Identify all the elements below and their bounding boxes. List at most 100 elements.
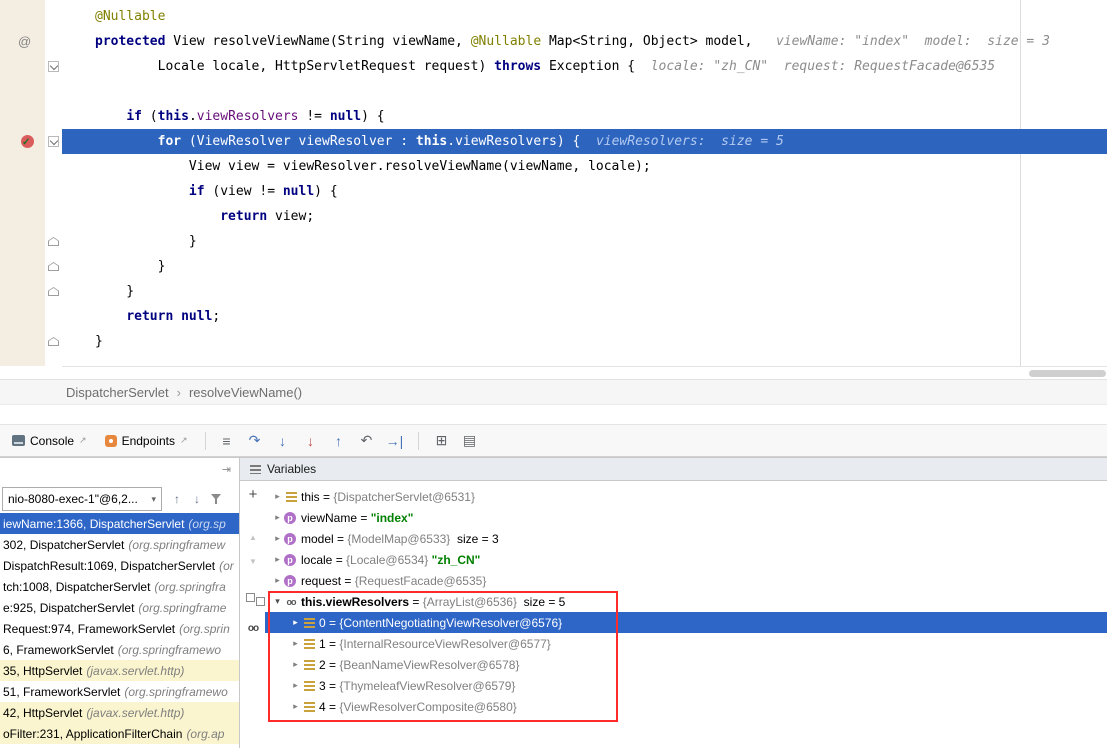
gutter-fold-cell[interactable] bbox=[45, 104, 62, 129]
gutter-fold-cell[interactable] bbox=[45, 304, 62, 329]
gutter-annotation-cell[interactable] bbox=[0, 279, 45, 304]
gutter-annotation-cell[interactable] bbox=[0, 154, 45, 179]
move-watch-up-icon[interactable]: ▲ bbox=[246, 533, 260, 542]
gutter-annotation-cell[interactable] bbox=[0, 304, 45, 329]
gutter-fold-cell[interactable] bbox=[45, 204, 62, 229]
code-line[interactable]: @Nullable bbox=[0, 4, 1107, 29]
variable-row[interactable]: ▸0 = {ContentNegotiatingViewResolver@657… bbox=[265, 612, 1107, 633]
frame-row[interactable]: iewName:1366, DispatcherServlet(org.sp bbox=[0, 513, 239, 534]
gutter-annotation-cell[interactable] bbox=[0, 204, 45, 229]
next-frame-icon[interactable]: ↓ bbox=[190, 492, 204, 506]
variable-row[interactable]: ▸plocale = {Locale@6534} "zh_CN" bbox=[265, 549, 1107, 570]
force-step-into-icon[interactable]: ↓ bbox=[301, 433, 321, 449]
gutter-annotation-cell[interactable] bbox=[0, 4, 45, 29]
code-line-text[interactable]: if (this.viewResolvers != null) { bbox=[62, 104, 1107, 129]
gutter-annotation-cell[interactable]: @ bbox=[0, 29, 45, 54]
gutter-fold-cell[interactable] bbox=[45, 229, 62, 254]
variable-row[interactable]: ▸3 = {ThymeleafViewResolver@6579} bbox=[265, 675, 1107, 696]
step-over-icon[interactable]: ↷ bbox=[245, 432, 265, 449]
duplicate-watch-icon[interactable] bbox=[246, 593, 255, 602]
variable-row[interactable]: ▸4 = {ViewResolverComposite@6580} bbox=[265, 696, 1107, 717]
previous-frame-icon[interactable]: ↑ bbox=[170, 492, 184, 506]
variable-row[interactable]: ▸pmodel = {ModelMap@6533} size = 3 bbox=[265, 528, 1107, 549]
filter-frames-icon[interactable] bbox=[210, 493, 223, 505]
code-line-text[interactable]: } bbox=[62, 254, 1107, 279]
restore-layout-icon[interactable]: ≡ bbox=[217, 433, 237, 449]
tree-chevron-icon[interactable]: ▸ bbox=[271, 491, 284, 502]
tree-chevron-icon[interactable]: ▸ bbox=[271, 512, 284, 523]
fold-end-icon[interactable] bbox=[48, 237, 59, 246]
add-watch-icon[interactable]: + bbox=[246, 489, 260, 501]
gutter-fold-cell[interactable] bbox=[45, 29, 62, 54]
code-line-text[interactable]: return null; bbox=[62, 304, 1107, 329]
tree-chevron-icon[interactable]: ▸ bbox=[289, 638, 302, 649]
editor-horizontal-scrollbar[interactable] bbox=[62, 366, 1107, 380]
code-line-text[interactable]: if (view != null) { bbox=[62, 179, 1107, 204]
variable-row[interactable]: ▾oothis.viewResolvers = {ArrayList@6536}… bbox=[265, 591, 1107, 612]
code-line-text[interactable]: protected View resolveViewName(String vi… bbox=[62, 29, 1107, 54]
code-line[interactable] bbox=[0, 79, 1107, 104]
frame-row[interactable]: oFilter:231, ApplicationFilterChain(org.… bbox=[0, 723, 239, 744]
breadcrumb-item-method[interactable]: resolveViewName() bbox=[189, 385, 302, 400]
tree-chevron-icon[interactable]: ▸ bbox=[271, 533, 284, 544]
fold-end-icon[interactable] bbox=[48, 287, 59, 296]
gutter-fold-cell[interactable] bbox=[45, 54, 62, 79]
code-line[interactable]: ✓ for (ViewResolver viewResolver : this.… bbox=[0, 129, 1107, 154]
variable-row[interactable]: ▸1 = {InternalResourceViewResolver@6577} bbox=[265, 633, 1107, 654]
tree-chevron-icon[interactable]: ▸ bbox=[289, 680, 302, 691]
fold-end-icon[interactable] bbox=[48, 262, 59, 271]
frame-row[interactable]: tch:1008, DispatcherServlet(org.springfr… bbox=[0, 576, 239, 597]
gutter-annotation-cell[interactable] bbox=[0, 179, 45, 204]
code-line-text[interactable]: Locale locale, HttpServletRequest reques… bbox=[62, 54, 1107, 79]
code-line[interactable]: Locale locale, HttpServletRequest reques… bbox=[0, 54, 1107, 79]
gutter-fold-cell[interactable] bbox=[45, 79, 62, 104]
thread-selector-dropdown[interactable]: nio-8080-exec-1"@6,2... ▾ bbox=[2, 487, 162, 511]
code-line-text[interactable]: } bbox=[62, 329, 1107, 354]
variable-row[interactable]: ▸pviewName = "index" bbox=[265, 507, 1107, 528]
drop-frame-icon[interactable]: ↶ bbox=[357, 432, 377, 449]
step-into-icon[interactable]: ↓ bbox=[273, 433, 293, 449]
variable-row[interactable]: ▸2 = {BeanNameViewResolver@6578} bbox=[265, 654, 1107, 675]
code-editor[interactable]: @Nullable@ protected View resolveViewName… bbox=[0, 0, 1107, 366]
gutter-fold-cell[interactable] bbox=[45, 329, 62, 354]
run-to-cursor-icon[interactable]: →| bbox=[385, 433, 405, 449]
gutter-fold-cell[interactable] bbox=[45, 279, 62, 304]
code-line-text[interactable] bbox=[62, 79, 1107, 104]
frame-row[interactable]: 51, FrameworkServlet(org.springframewo bbox=[0, 681, 239, 702]
code-line[interactable]: return null; bbox=[0, 304, 1107, 329]
gutter-fold-cell[interactable] bbox=[45, 129, 62, 154]
frame-row[interactable]: e:925, DispatcherServlet(org.springframe bbox=[0, 597, 239, 618]
gutter-annotation-cell[interactable] bbox=[0, 54, 45, 79]
code-line[interactable]: } bbox=[0, 329, 1107, 354]
tab-console[interactable]: Console ↗ bbox=[6, 425, 93, 456]
frame-row[interactable]: 302, DispatcherServlet(org.springframew bbox=[0, 534, 239, 555]
view-as-table-icon[interactable]: ⊞ bbox=[432, 432, 452, 449]
code-line[interactable]: } bbox=[0, 229, 1107, 254]
code-line[interactable]: @ protected View resolveViewName(String v… bbox=[0, 29, 1107, 54]
gutter-fold-cell[interactable] bbox=[45, 254, 62, 279]
frame-row[interactable]: 42, HttpServlet(javax.servlet.http) bbox=[0, 702, 239, 723]
gutter-annotation-cell[interactable] bbox=[0, 329, 45, 354]
tree-chevron-icon[interactable]: ▸ bbox=[289, 659, 302, 670]
tree-chevron-icon[interactable]: ▸ bbox=[289, 617, 302, 628]
breakpoint-icon[interactable]: ✓ bbox=[21, 135, 34, 148]
code-line[interactable]: if (view != null) { bbox=[0, 179, 1107, 204]
tab-jump-icon[interactable]: ↗ bbox=[79, 435, 87, 446]
tree-chevron-icon[interactable]: ▸ bbox=[271, 554, 284, 565]
tree-chevron-icon[interactable]: ▸ bbox=[271, 575, 284, 586]
breadcrumb-item-class[interactable]: DispatcherServlet bbox=[66, 385, 169, 400]
annotated-gutter-icon[interactable]: @ bbox=[18, 29, 31, 54]
frame-row[interactable]: DispatchResult:1069, DispatcherServlet(o… bbox=[0, 555, 239, 576]
variable-row[interactable]: ▸prequest = {RequestFacade@6535} bbox=[265, 570, 1107, 591]
gutter-fold-cell[interactable] bbox=[45, 154, 62, 179]
gutter-annotation-cell[interactable] bbox=[0, 104, 45, 129]
gutter-annotation-cell[interactable] bbox=[0, 79, 45, 104]
tree-chevron-icon[interactable]: ▸ bbox=[289, 701, 302, 712]
layout-settings-icon[interactable]: ▤ bbox=[460, 432, 480, 449]
fold-collapse-icon[interactable] bbox=[48, 136, 59, 147]
tree-chevron-icon[interactable]: ▾ bbox=[271, 596, 284, 607]
code-line-text[interactable]: for (ViewResolver viewResolver : this.vi… bbox=[62, 129, 1107, 154]
fold-collapse-icon[interactable] bbox=[48, 61, 59, 72]
code-line[interactable]: } bbox=[0, 254, 1107, 279]
step-out-icon[interactable]: ↑ bbox=[329, 433, 349, 449]
